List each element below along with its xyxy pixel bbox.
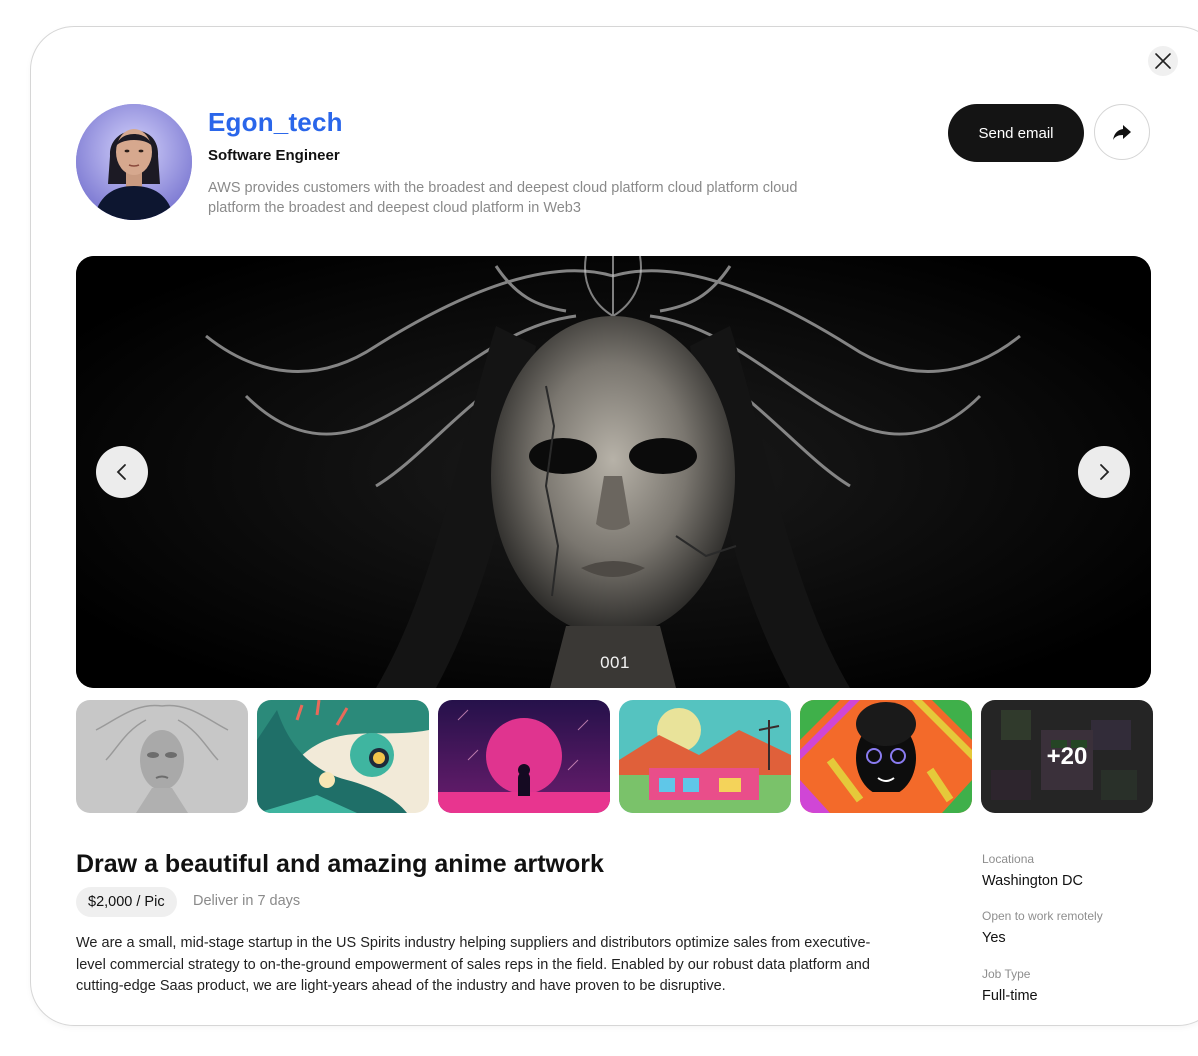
listing-title: Draw a beautiful and amazing anime artwo… bbox=[76, 850, 604, 878]
image-counter: 001 bbox=[600, 653, 630, 672]
share-arrow-icon bbox=[1113, 125, 1131, 140]
price-badge: $2,000 / Pic bbox=[76, 887, 177, 917]
profile-role: Software Engineer bbox=[208, 147, 340, 164]
share-button[interactable] bbox=[1094, 104, 1150, 160]
listing-description: We are a small, mid-stage startup in the… bbox=[76, 935, 871, 994]
job-type-label: Job Type bbox=[982, 967, 1031, 981]
thumbnail-5[interactable] bbox=[800, 700, 972, 813]
close-icon bbox=[1155, 53, 1171, 69]
thumbnail-2[interactable] bbox=[257, 700, 429, 813]
more-images-count: +20 bbox=[1046, 742, 1088, 770]
avatar bbox=[76, 104, 192, 220]
chevron-right-icon bbox=[1100, 464, 1110, 480]
location-label: Locationa bbox=[982, 852, 1035, 866]
next-image-button[interactable] bbox=[1078, 446, 1130, 498]
thumbnail-1[interactable] bbox=[76, 700, 248, 813]
job-type-value: Full-time bbox=[982, 988, 1038, 1004]
thumbnail-4[interactable] bbox=[619, 700, 791, 813]
thumbnail-3[interactable] bbox=[438, 700, 610, 813]
hero-image[interactable] bbox=[76, 256, 1151, 688]
location-value: Washington DC bbox=[982, 873, 1084, 889]
remote-value: Yes bbox=[982, 930, 1006, 946]
chevron-left-icon bbox=[116, 464, 126, 480]
send-email-button[interactable]: Send email bbox=[948, 104, 1084, 162]
remote-label: Open to work remotely bbox=[982, 909, 1103, 923]
profile-name[interactable]: Egon_tech bbox=[208, 107, 343, 138]
previous-image-button[interactable] bbox=[96, 446, 148, 498]
thumbnail-more[interactable]: +20 bbox=[981, 700, 1153, 813]
mask-artwork-image bbox=[76, 256, 1151, 688]
close-button[interactable] bbox=[1148, 46, 1178, 76]
delivery-time: Deliver in 7 days bbox=[193, 893, 301, 909]
profile-bio: AWS provides customers with the broadest… bbox=[208, 180, 798, 216]
